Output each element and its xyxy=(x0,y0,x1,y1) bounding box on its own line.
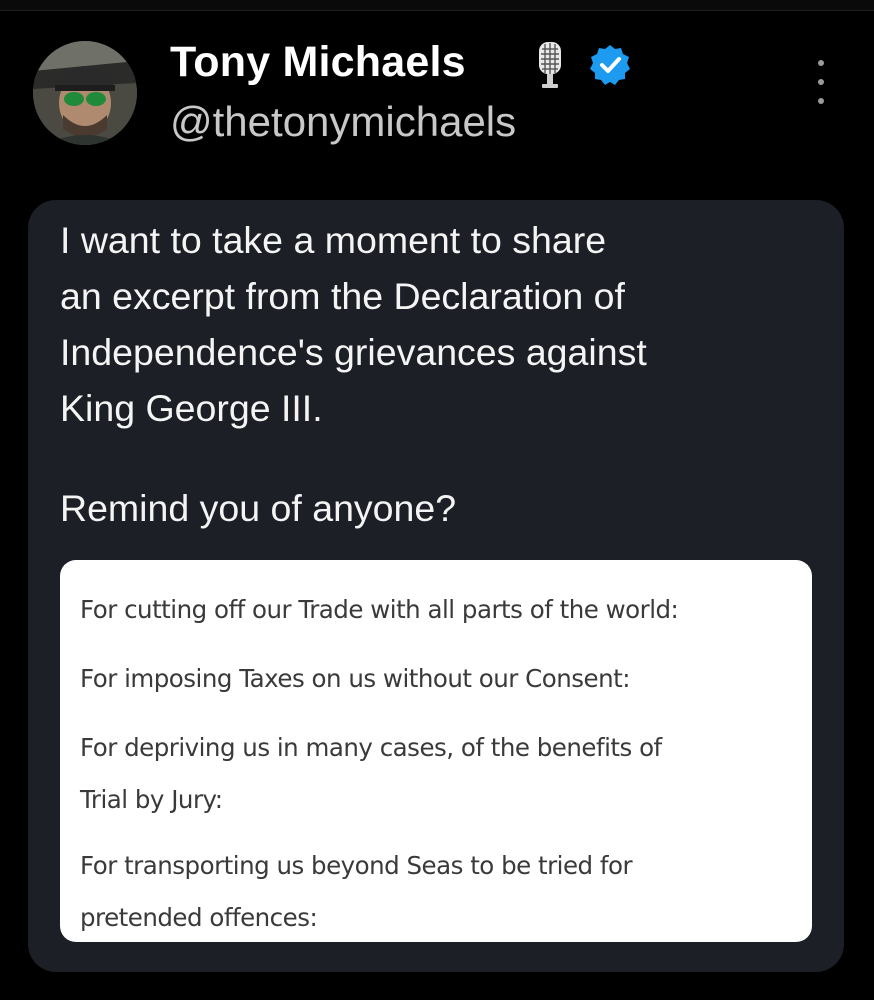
verified-badge-icon xyxy=(590,45,630,85)
author-handle[interactable]: @thetonymichaels xyxy=(170,98,516,146)
grievance-seas: For transporting us beyond Seas to be tr… xyxy=(80,851,633,932)
grievance-jury: For depriving us in many cases, of the b… xyxy=(80,733,662,814)
microphone-icon xyxy=(539,42,561,88)
grievance-trade: For cutting off our Trade with all parts… xyxy=(80,595,679,624)
avatar[interactable] xyxy=(33,41,137,145)
more-dot xyxy=(818,60,824,66)
post-text: I want to take a moment to share an exce… xyxy=(60,219,647,429)
display-name[interactable]: Tony Michaels xyxy=(170,38,466,87)
post-followup-text: Remind you of anyone? xyxy=(60,487,457,529)
more-dot xyxy=(818,79,824,85)
more-dot xyxy=(818,98,824,104)
post-header: Tony Michaels @thetonymichaels xyxy=(0,0,874,200)
more-options-icon[interactable] xyxy=(806,60,836,104)
avatar-photo xyxy=(33,41,137,145)
grievance-taxes: For imposing Taxes on us without our Con… xyxy=(80,664,631,693)
